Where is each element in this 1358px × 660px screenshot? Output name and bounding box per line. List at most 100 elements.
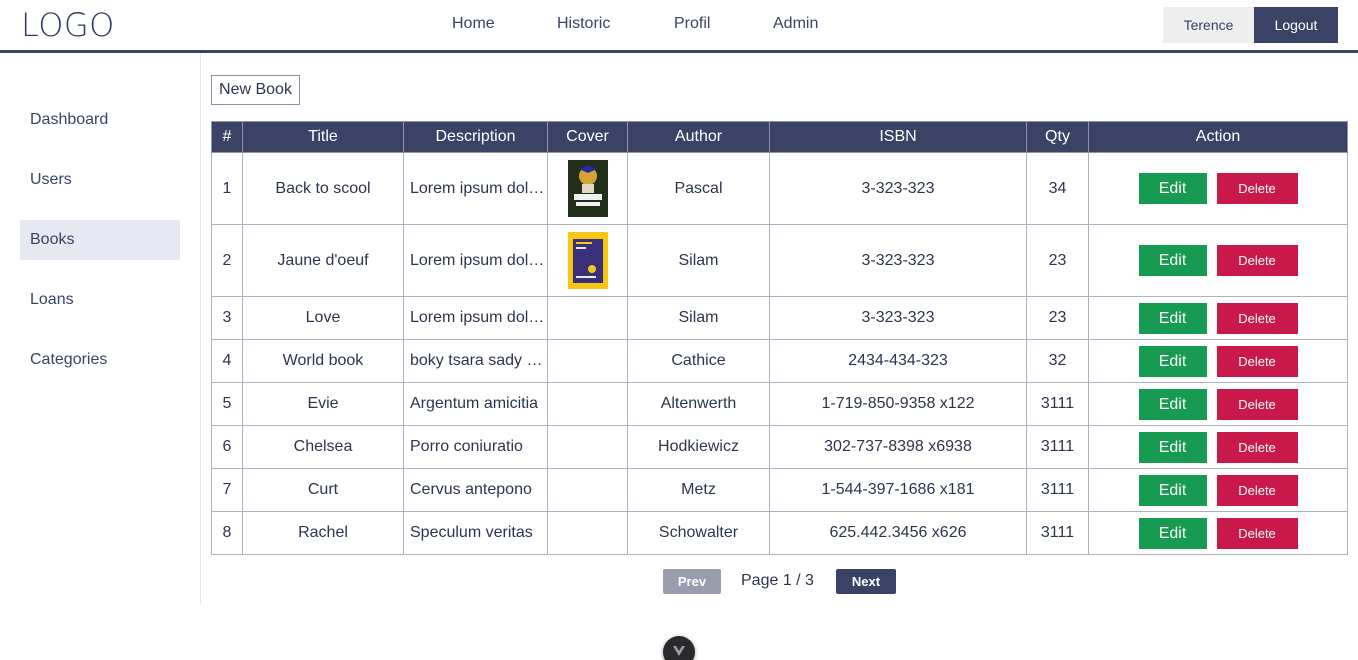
cell-author: Pascal [627, 152, 770, 225]
column-header-cover: Cover [547, 121, 628, 153]
books-table: # Title Description Cover Author ISBN Qt… [211, 121, 1348, 555]
cell-qty: 34 [1026, 152, 1089, 225]
cell-description: Argentum amicitia [403, 382, 548, 426]
cell-isbn: 1-544-397-1686 x181 [769, 468, 1027, 512]
cell-title: Jaune d'oeuf [242, 224, 404, 297]
cell-qty: 3111 [1026, 511, 1089, 555]
table-row: 8 Rachel Speculum veritas Schowalter 625… [211, 511, 1348, 555]
logo[interactable]: LOGO [21, 6, 115, 44]
edit-button[interactable]: Edit [1138, 388, 1207, 420]
cell-cover [547, 425, 628, 469]
book-cover-image [567, 232, 608, 289]
cell-isbn: 3-323-323 [769, 296, 1027, 340]
cell-isbn: 302-737-8398 x6938 [769, 425, 1027, 469]
cell-isbn: 3-323-323 [769, 224, 1027, 297]
cell-author: Metz [627, 468, 770, 512]
cell-cover [547, 382, 628, 426]
edit-button[interactable]: Edit [1138, 517, 1207, 549]
table-row: 6 Chelsea Porro coniuratio Hodkiewicz 30… [211, 425, 1348, 469]
table-header-row: # Title Description Cover Author ISBN Qt… [211, 121, 1348, 153]
cell-description: Speculum veritas [403, 511, 548, 555]
delete-button[interactable]: Delete [1216, 517, 1298, 549]
edit-button[interactable]: Edit [1138, 302, 1207, 334]
delete-button[interactable]: Delete [1216, 474, 1298, 506]
logout-button[interactable]: Logout [1254, 7, 1338, 43]
nav-historic[interactable]: Historic [557, 15, 610, 33]
cell-cover [547, 224, 628, 297]
cell-action: Edit Delete [1088, 339, 1348, 383]
prev-page-button[interactable]: Prev [663, 569, 721, 594]
cell-action: Edit Delete [1088, 224, 1348, 297]
cell-author: Altenwerth [627, 382, 770, 426]
top-header: LOGO Home Historic Profil Admin Terence … [0, 0, 1358, 53]
delete-button[interactable]: Delete [1216, 302, 1298, 334]
table-row: 5 Evie Argentum amicitia Altenwerth 1-71… [211, 382, 1348, 426]
sidebar-item-books[interactable]: Books [20, 220, 180, 260]
cell-number: 6 [211, 425, 243, 469]
delete-button[interactable]: Delete [1216, 245, 1298, 276]
new-book-button[interactable]: New Book [211, 75, 300, 105]
edit-button[interactable]: Edit [1138, 173, 1207, 204]
cell-number: 5 [211, 382, 243, 426]
sidebar-item-label: Users [30, 171, 72, 188]
cell-number: 1 [211, 152, 243, 225]
sidebar-item-dashboard[interactable]: Dashboard [20, 100, 180, 140]
cell-description: Porro coniuratio [403, 425, 548, 469]
sidebar-item-label: Books [30, 231, 75, 248]
cell-number: 2 [211, 224, 243, 297]
cell-author: Cathice [627, 339, 770, 383]
cell-isbn: 3-323-323 [769, 152, 1027, 225]
cell-author: Schowalter [627, 511, 770, 555]
sidebar-item-label: Dashboard [30, 111, 109, 128]
column-header-isbn: ISBN [769, 121, 1027, 153]
cell-cover [547, 152, 628, 225]
user-name-button[interactable]: Terence [1163, 7, 1254, 43]
cell-qty: 23 [1026, 224, 1089, 297]
edit-button[interactable]: Edit [1138, 345, 1207, 377]
cell-title: Rachel [242, 511, 404, 555]
table-row: 2 Jaune d'oeuf Lorem ipsum dolor sit ame… [211, 224, 1348, 297]
delete-button[interactable]: Delete [1216, 173, 1298, 204]
cell-author: Silam [627, 296, 770, 340]
cell-qty: 23 [1026, 296, 1089, 340]
delete-button[interactable]: Delete [1216, 388, 1298, 420]
sidebar: Dashboard Users Books Loans Categories [0, 53, 201, 604]
cell-action: Edit Delete [1088, 425, 1348, 469]
cell-description: boky tsara sady mahafinaritra [403, 339, 548, 383]
cell-cover [547, 296, 628, 340]
nav-admin[interactable]: Admin [773, 15, 818, 33]
table-row: 3 Love Lorem ipsum dolor sit amet Silam … [211, 296, 1348, 340]
table-row: 7 Curt Cervus antepono Metz 1-544-397-16… [211, 468, 1348, 512]
vue-devtools-icon[interactable] [663, 636, 695, 660]
cell-cover [547, 468, 628, 512]
edit-button[interactable]: Edit [1138, 474, 1207, 506]
edit-button[interactable]: Edit [1138, 245, 1207, 276]
cell-action: Edit Delete [1088, 468, 1348, 512]
cell-number: 3 [211, 296, 243, 340]
delete-button[interactable]: Delete [1216, 345, 1298, 377]
delete-button[interactable]: Delete [1216, 431, 1298, 463]
column-header-author: Author [627, 121, 770, 153]
column-header-qty: Qty [1026, 121, 1089, 153]
cell-author: Hodkiewicz [627, 425, 770, 469]
cell-number: 8 [211, 511, 243, 555]
cell-qty: 3111 [1026, 425, 1089, 469]
nav-home[interactable]: Home [452, 15, 495, 33]
column-header-title: Title [242, 121, 404, 153]
cell-title: Curt [242, 468, 404, 512]
cell-action: Edit Delete [1088, 382, 1348, 426]
nav-profil[interactable]: Profil [674, 15, 710, 33]
book-cover-image [567, 160, 608, 217]
cell-qty: 3111 [1026, 468, 1089, 512]
table-row: 4 World book boky tsara sady mahafinarit… [211, 339, 1348, 383]
cell-number: 7 [211, 468, 243, 512]
cell-description: Lorem ipsum dolor sit amet [403, 224, 548, 297]
next-page-button[interactable]: Next [836, 569, 896, 594]
sidebar-item-users[interactable]: Users [20, 160, 180, 200]
sidebar-item-loans[interactable]: Loans [20, 280, 180, 320]
cell-action: Edit Delete [1088, 511, 1348, 555]
cell-title: Back to scool [242, 152, 404, 225]
edit-button[interactable]: Edit [1138, 431, 1207, 463]
sidebar-item-categories[interactable]: Categories [20, 340, 180, 380]
cell-cover [547, 511, 628, 555]
